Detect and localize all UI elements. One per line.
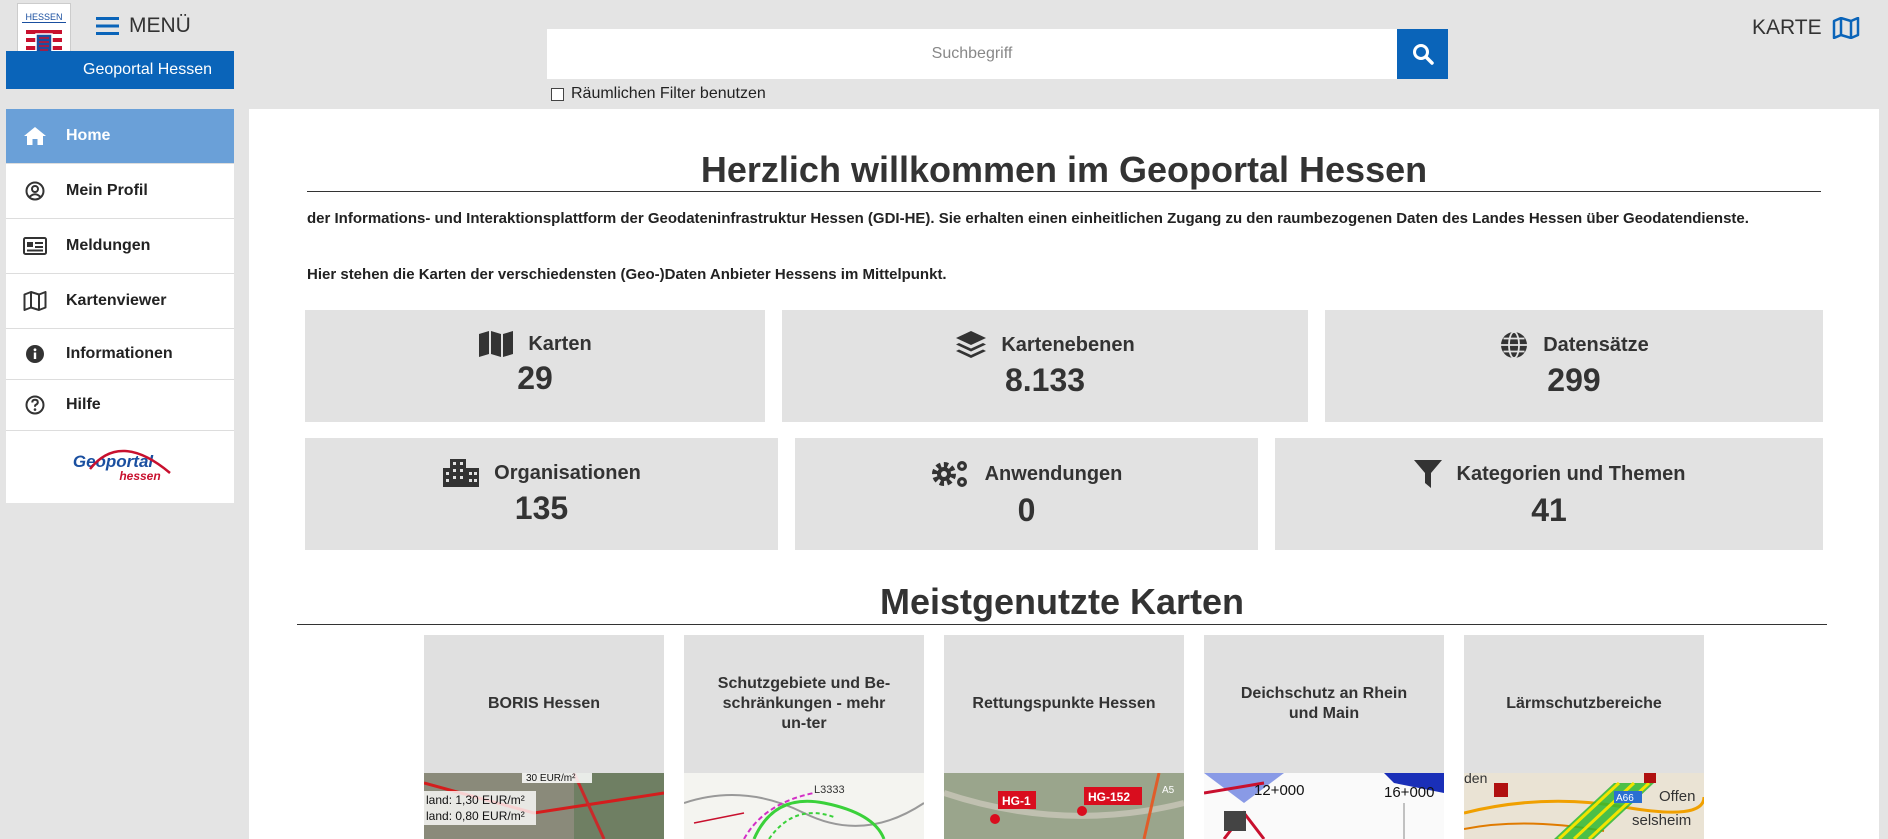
stat-label: Organisationen [494, 461, 641, 484]
thumb-label: selsheim [1632, 812, 1691, 829]
stat-karten[interactable]: Karten 29 [305, 310, 765, 422]
search-icon [1412, 44, 1434, 65]
geoportal-logo[interactable]: Geoportal hessen [6, 431, 234, 503]
stat-value: 135 [514, 490, 569, 526]
stat-label: Kategorien und Themen [1456, 462, 1686, 485]
globe-icon [1501, 331, 1528, 359]
gears-icon [931, 461, 967, 487]
thumb-label: HG-1 [1002, 794, 1031, 808]
map-card-title: Rettungspunkte Hessen [972, 695, 1156, 712]
menu-label: MENÜ [129, 14, 191, 37]
spatial-filter-checkbox[interactable] [551, 87, 564, 101]
stat-value: 8.133 [1004, 362, 1086, 398]
map-icon [22, 291, 48, 311]
brand-bar[interactable]: Geoportal Hessen [6, 51, 234, 89]
map-thumbnail: 30 EUR/m² land: 1,30 EUR/m² land: 0,80 E… [424, 773, 664, 839]
stat-label: Datensätze [1543, 333, 1649, 356]
map-card-deichschutz[interactable]: Deichschutz an Rhein und Main 12+000 16+… [1204, 635, 1444, 839]
logo-text: HESSEN [22, 12, 66, 23]
stat-datensaetze[interactable]: Datensätze 299 [1325, 310, 1823, 422]
page-title: Herzlich willkommen im Geoportal Hessen [700, 149, 1428, 190]
stat-label: Kartenebenen [1001, 333, 1135, 356]
map-card-rettungspunkte[interactable]: Rettungspunkte Hessen HG-1 HG-152 A5 [944, 635, 1184, 839]
map-button[interactable]: KARTE [1752, 16, 1860, 40]
hamburger-icon [96, 17, 119, 35]
map-thumbnail: L3333 [684, 773, 924, 839]
stat-kartenebenen[interactable]: Kartenebenen 8.133 [782, 310, 1308, 422]
thumb-label: L3333 [814, 784, 845, 796]
thumb-label: den [1464, 773, 1487, 786]
main-content: Herzlich willkommen im Geoportal Hessen … [249, 109, 1879, 839]
sidebar: Home Mein Profil Meldungen Kartenviewer … [6, 109, 234, 503]
thumb-label: 12+000 [1254, 782, 1304, 799]
sidebar-item-hilfe[interactable]: Hilfe [6, 380, 234, 431]
search-button[interactable] [1397, 29, 1448, 79]
sidebar-item-label: Hilfe [66, 396, 101, 413]
map-card-title: BORIS Hessen [487, 695, 601, 712]
sidebar-item-label: Meldungen [66, 237, 151, 254]
stat-label: Karten [528, 332, 592, 355]
filter-icon [1413, 460, 1442, 488]
intro-text: der Informations- und Interaktionsplattf… [307, 210, 1749, 227]
user-circle-icon [22, 181, 48, 201]
spatial-filter[interactable]: Räumlichen Filter benutzen [551, 85, 766, 103]
spatial-filter-label: Räumlichen Filter benutzen [571, 85, 766, 102]
help-icon [22, 395, 48, 415]
stat-value: 41 [1531, 492, 1567, 528]
brand-title: Geoportal Hessen [83, 61, 212, 78]
map-card-laermschutz[interactable]: Lärmschutzbereiche den A66 Offen selshei… [1464, 635, 1704, 839]
map-label: KARTE [1752, 16, 1822, 39]
thumb-label: land: 0,80 EUR/m² [426, 809, 525, 823]
info-icon [22, 344, 48, 364]
map-card-title: Deichschutz an Rhein und Main [1240, 685, 1408, 722]
thumb-label: Offen [1659, 788, 1695, 805]
sidebar-item-label: Mein Profil [66, 182, 148, 199]
map-card-title: Lärmschutzbereiche [1506, 695, 1662, 712]
sidebar-item-home[interactable]: Home [6, 109, 234, 164]
stat-label: Anwendungen [984, 462, 1123, 485]
sidebar-item-label: Home [66, 127, 111, 144]
map-thumbnail: HG-1 HG-152 A5 [944, 773, 1184, 839]
newspaper-icon [22, 236, 48, 256]
map-card-schutzgebiete[interactable]: Schutzgebiete und Be-schränkungen - mehr… [684, 635, 924, 839]
intro-text-2: Hier stehen die Karten der verschiedenst… [307, 266, 947, 283]
sidebar-item-label: Kartenviewer [66, 292, 167, 309]
menu-button[interactable]: MENÜ [96, 14, 191, 38]
sidebar-item-meldungen[interactable]: Meldungen [6, 219, 234, 274]
stat-kategorien[interactable]: Kategorien und Themen 41 [1275, 438, 1823, 550]
map-icon [1832, 17, 1859, 39]
stat-organisationen[interactable]: Organisationen 135 [305, 438, 778, 550]
search-input[interactable] [547, 29, 1397, 79]
section-divider [297, 624, 1827, 625]
map-card-boris[interactable]: BORIS Hessen 30 EUR/m² land: 1,30 EUR/m²… [424, 635, 664, 839]
layers-icon [956, 331, 987, 358]
thumb-label: 16+000 [1384, 784, 1434, 801]
stat-value: 0 [1017, 492, 1036, 528]
section-title: Meistgenutzte Karten [879, 581, 1245, 622]
thumb-label: land: 1,30 EUR/m² [426, 793, 525, 807]
home-icon [22, 126, 48, 146]
stat-value: 29 [517, 360, 553, 396]
map-card-title: Schutzgebiete und Be-schränkungen - mehr… [717, 675, 891, 732]
sidebar-item-mein-profil[interactable]: Mein Profil [6, 164, 234, 219]
sidebar-item-label: Informationen [66, 345, 173, 362]
thumb-label: 30 EUR/m² [526, 773, 576, 784]
thumb-label: HG-152 [1088, 790, 1130, 804]
stat-value: 299 [1547, 362, 1601, 398]
map-icon [479, 331, 514, 357]
thumb-label: A66 [1616, 793, 1634, 804]
map-thumbnail: 12+000 16+000 [1204, 773, 1444, 839]
map-thumbnail: den A66 Offen selsheim [1464, 773, 1704, 839]
sidebar-item-kartenviewer[interactable]: Kartenviewer [6, 274, 234, 329]
title-divider [307, 191, 1821, 192]
stat-anwendungen[interactable]: Anwendungen 0 [795, 438, 1258, 550]
thumb-label: A5 [1162, 785, 1175, 796]
building-icon [443, 459, 480, 487]
sidebar-item-informationen[interactable]: Informationen [6, 329, 234, 380]
geoportal-arc-icon [89, 449, 171, 474]
